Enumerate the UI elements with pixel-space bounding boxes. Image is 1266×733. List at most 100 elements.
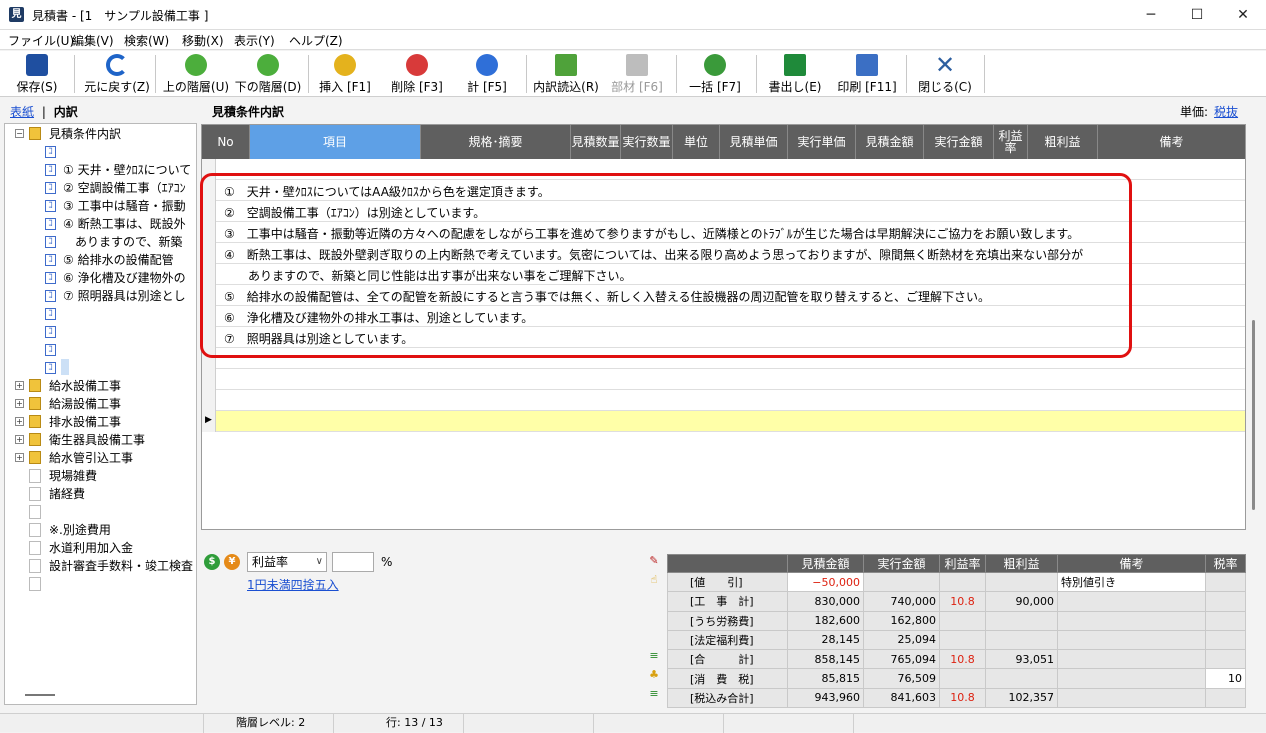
menu-file[interactable]: ファイル(U) xyxy=(8,32,74,49)
expand-icon[interactable]: + xyxy=(15,435,24,444)
tax-icon[interactable]: ♣ xyxy=(646,668,662,682)
tree-view[interactable]: − 見積条件内訳 ｺｺ① 天井・壁ｸﾛｽについてｺ ② 空調設備工事（ｴｱｺﾝｺ ③… xyxy=(4,123,197,705)
summary-exe[interactable] xyxy=(863,571,940,593)
summary-est[interactable]: 85,815 xyxy=(787,668,864,689)
summary-note[interactable] xyxy=(1057,668,1206,689)
collapse-icon[interactable]: − xyxy=(15,129,24,138)
undo-button[interactable]: 元に戻す(Z) xyxy=(82,52,152,96)
grid-row[interactable]: ⑤ 給排水の設備配管は、全ての配管を新設にすると言う事では無く、新しく入替える住… xyxy=(202,285,1245,306)
col-exe-qty[interactable]: 実行数量 xyxy=(621,125,673,159)
grid-row-current[interactable]: ▶ xyxy=(202,411,1245,432)
total-row-icon[interactable]: ≡ xyxy=(646,687,662,701)
summary-note[interactable] xyxy=(1057,649,1206,670)
grid-row[interactable] xyxy=(202,369,1245,390)
col-exe-amount[interactable]: 実行金額 xyxy=(924,125,994,159)
hand-icon[interactable]: ☝ xyxy=(646,573,662,587)
summary-exe[interactable]: 76,509 xyxy=(863,668,940,689)
tree-item[interactable]: ｺ ② 空調設備工事（ｴｱｺﾝ xyxy=(5,179,196,197)
tree-group[interactable]: + 衛生器具設備工事 xyxy=(5,431,196,449)
tree-leaf[interactable]: 現場雑費 xyxy=(5,467,196,485)
grid-row[interactable]: ⑦ 照明器具は別途としています。 xyxy=(202,327,1245,348)
summary-tax[interactable]: 10 xyxy=(1205,668,1246,689)
tree-group[interactable]: + 給湯設備工事 xyxy=(5,395,196,413)
col-profit-rate[interactable]: 利益率 xyxy=(994,125,1028,159)
tree-item[interactable]: ｺ ④ 断熱工事は、既設外 xyxy=(5,215,196,233)
dollar-coin-icon[interactable]: $ xyxy=(204,554,220,570)
tax-excluded-link[interactable]: 税抜 xyxy=(1214,105,1238,119)
col-no[interactable]: No xyxy=(202,125,250,159)
summary-est[interactable]: −50,000 xyxy=(787,571,864,593)
col-exe-price[interactable]: 実行単価 xyxy=(788,125,856,159)
tree-item[interactable]: ｺ xyxy=(5,143,196,161)
tree-group[interactable]: + 排水設備工事 xyxy=(5,413,196,431)
row-header[interactable] xyxy=(202,264,216,285)
menu-help[interactable]: ヘルプ(Z) xyxy=(289,32,343,49)
summary-tax[interactable] xyxy=(1205,571,1246,593)
summary-exe[interactable]: 765,094 xyxy=(863,649,940,670)
summary-exe[interactable]: 25,094 xyxy=(863,629,940,651)
tree-leaf[interactable]: 設計審査手数料・竣工検査 xyxy=(5,557,196,575)
col-est-amount[interactable]: 見積金額 xyxy=(856,125,924,159)
summary-note[interactable] xyxy=(1057,629,1206,651)
grid-row[interactable]: ③ 工事中は騒音・振動等近隣の方々への配慮をしながら工事を進めて参りますがもし、… xyxy=(202,222,1245,243)
up-level-button[interactable]: 上の階層(U) xyxy=(160,52,232,96)
close-window-button[interactable]: ✕ xyxy=(1220,0,1266,30)
summary-tax[interactable] xyxy=(1205,610,1246,631)
summary-tax[interactable] xyxy=(1205,687,1246,709)
cover-link[interactable]: 表紙 xyxy=(10,105,34,119)
tree-leaf[interactable]: 水道利用加入金 xyxy=(5,539,196,557)
tree-leaf[interactable] xyxy=(5,575,196,593)
tree-item[interactable]: ｺ xyxy=(5,341,196,359)
summary-note[interactable] xyxy=(1057,610,1206,631)
col-spec[interactable]: 規格･摘要 xyxy=(421,125,571,159)
summary-note[interactable] xyxy=(1057,687,1206,709)
summary-est[interactable]: 943,960 xyxy=(787,687,864,709)
tree-root[interactable]: − 見積条件内訳 xyxy=(5,125,196,143)
profit-mode-select[interactable]: 利益率 ∨ xyxy=(247,552,327,572)
col-est-qty[interactable]: 見積数量 xyxy=(571,125,621,159)
tree-group[interactable]: + 給水設備工事 xyxy=(5,377,196,395)
expand-icon[interactable]: + xyxy=(15,399,24,408)
expand-icon[interactable]: + xyxy=(15,453,24,462)
row-header[interactable]: ▶ xyxy=(202,411,216,432)
grid-row[interactable]: ④ 断熱工事は、既設外壁剥ぎ取りの上内断熱で考えています。気密については、出来る… xyxy=(202,243,1245,264)
save-button[interactable]: 保存(S) xyxy=(6,52,68,96)
sum-button[interactable]: 計 [F5] xyxy=(456,52,518,96)
vertical-scrollbar[interactable] xyxy=(1246,124,1262,530)
percent-input[interactable] xyxy=(332,552,374,572)
tree-item[interactable]: ｺ ありますので、新築 xyxy=(5,233,196,251)
rounding-link[interactable]: 1円未満四捨五入 xyxy=(247,576,339,593)
summary-tax[interactable] xyxy=(1205,591,1246,612)
summary-est[interactable]: 182,600 xyxy=(787,610,864,631)
summary-tax[interactable] xyxy=(1205,629,1246,651)
row-header[interactable] xyxy=(202,243,216,264)
expand-icon[interactable]: + xyxy=(15,417,24,426)
down-level-button[interactable]: 下の階層(D) xyxy=(232,52,304,96)
summary-exe[interactable]: 841,603 xyxy=(863,687,940,709)
minimize-button[interactable]: ─ xyxy=(1128,0,1174,30)
breakdown-grid[interactable]: No 項目 規格･摘要 見積数量 実行数量 単位 見積単価 実行単価 見積金額 … xyxy=(201,124,1246,530)
grid-row[interactable] xyxy=(202,348,1245,369)
grid-row[interactable] xyxy=(202,159,1245,180)
summary-tax[interactable] xyxy=(1205,649,1246,670)
col-gross-profit[interactable]: 粗利益 xyxy=(1028,125,1098,159)
grid-row[interactable]: ありますので、新築と同じ性能は出す事が出来ない事をご理解下さい。 xyxy=(202,264,1245,285)
tree-item[interactable]: ｺ xyxy=(5,305,196,323)
batch-button[interactable]: 一括 [F7] xyxy=(682,52,748,96)
pencil-icon[interactable]: ✎ xyxy=(646,554,662,568)
grid-row[interactable]: ① 天井・壁ｸﾛｽについてはAA級ｸﾛｽから色を選定頂きます。 xyxy=(202,180,1245,201)
close-button[interactable]: ✕ 閉じる(C) xyxy=(912,52,978,96)
summary-est[interactable]: 28,145 xyxy=(787,629,864,651)
tree-item[interactable]: ｺ ⑦ 照明器具は別途とし xyxy=(5,287,196,305)
summary-exe[interactable]: 740,000 xyxy=(863,591,940,612)
summary-exe[interactable]: 162,800 xyxy=(863,610,940,631)
export-button[interactable]: 書出し(E) xyxy=(762,52,828,96)
expand-icon[interactable]: + xyxy=(15,381,24,390)
insert-button[interactable]: 挿入 [F1] xyxy=(312,52,378,96)
row-header[interactable] xyxy=(202,285,216,306)
delete-button[interactable]: 削除 [F3] xyxy=(384,52,450,96)
print-button[interactable]: 印刷 [F11] xyxy=(832,52,902,96)
row-header[interactable] xyxy=(202,159,216,180)
tree-item[interactable]: ｺ xyxy=(5,359,196,377)
summary-est[interactable]: 830,000 xyxy=(787,591,864,612)
